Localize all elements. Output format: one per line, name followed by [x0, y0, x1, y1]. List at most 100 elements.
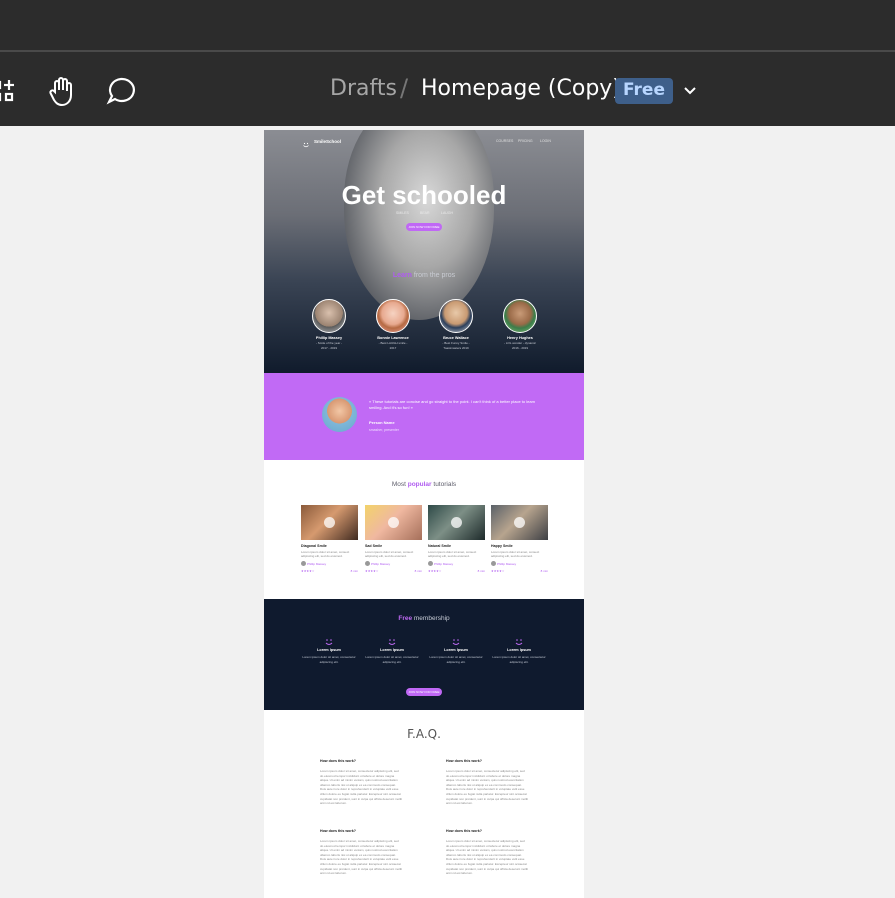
tutorial-thumbnail	[491, 505, 548, 540]
tutorial-desc: Lorem ipsum dolor sit amet, consect adip…	[301, 550, 350, 558]
instructor-card[interactable]: Bonnie Lawrence - Best LAUGH smile - 201…	[368, 299, 418, 350]
tutorials-heading: Most popular tutorials	[391, 481, 457, 488]
file-title[interactable]: Homepage (Copy)	[421, 76, 621, 101]
smile-logo-icon	[302, 136, 310, 148]
testimonial-role: smasher, presenter	[369, 428, 399, 432]
rating-stars-icon: ★★★★☆	[301, 569, 315, 573]
instructor-years: 2016 - 2019	[511, 346, 528, 350]
rating-stars-icon: ★★★★☆	[428, 569, 442, 573]
tutorial-thumbnail	[428, 505, 485, 540]
feature-title: Lorem Ipsum	[317, 648, 341, 652]
tutorial-author: Phillip Massey	[491, 561, 548, 566]
membership-feature: Lorem Ipsum Lorem ipsum dolor sit amet, …	[299, 634, 359, 664]
tutorial-duration: 8 min	[414, 569, 422, 573]
faq-answer: Lorem ipsum dolor sit amet, consectetur …	[446, 839, 528, 876]
faq-answer: Lorem ipsum dolor sit amet, consectetur …	[320, 769, 402, 806]
learn-heading: Learn from the pros	[392, 272, 456, 279]
play-icon[interactable]	[324, 517, 335, 528]
instructor-card[interactable]: Bruce Wallace - Best Funny Smile - Toast…	[431, 299, 481, 350]
tutorial-author: Phillip Massey	[428, 561, 485, 566]
tutorial-title: Sad Smile	[365, 544, 383, 548]
membership-feature: Lorem Ipsum Lorem ipsum dolor sit amet, …	[362, 634, 422, 664]
instructor-years: Toastmasters 2019	[443, 346, 469, 350]
tutorial-meta: ★★★★☆ 8 min	[491, 569, 548, 573]
instructor-name: Bonnie Lawrence	[377, 336, 409, 340]
faq-answer: Lorem ipsum dolor sit amet, consectetur …	[446, 769, 528, 806]
breadcrumb-drafts[interactable]: Drafts	[330, 76, 397, 101]
tutorial-card[interactable]: Happy Smile Lorem ipsum dolor sit amet, …	[491, 505, 548, 585]
tutorial-card[interactable]: Natural Smile Lorem ipsum dolor sit amet…	[428, 505, 485, 585]
smile-icon	[451, 634, 461, 645]
tutorial-author: Phillip Massey	[365, 561, 422, 566]
instructor-role: - Best LAUGH smile -	[378, 341, 408, 345]
tutorial-title: Happy Smile	[491, 544, 513, 548]
instructor-name: Phillip Massey	[315, 336, 343, 340]
play-icon[interactable]	[388, 517, 399, 528]
faq-item: How does this work? Lorem ipsum dolor si…	[320, 759, 402, 806]
play-icon[interactable]	[451, 517, 462, 528]
instructor-card[interactable]: Henry Hughes - LOL wonder - dynamic 2016…	[495, 299, 545, 350]
hand-tool-icon[interactable]	[45, 74, 79, 108]
tutorial-duration: 8 min	[350, 569, 358, 573]
instructor-name: Henry Hughes	[507, 336, 533, 340]
feature-title: Lorem Ipsum	[507, 648, 531, 652]
tutorial-author: Phillip Massey	[301, 561, 358, 566]
tutorial-meta: ★★★★☆ 8 min	[365, 569, 422, 573]
faq-question: How does this work?	[446, 829, 482, 833]
plan-badge: Free	[615, 78, 673, 104]
instructor-role: - Smile of the year -	[315, 341, 343, 345]
rating-stars-icon: ★★★★☆	[365, 569, 379, 573]
instructor-role: - Best Funny Smile -	[442, 341, 470, 345]
smile-icon	[324, 634, 334, 645]
testimonial-section: « These tutorials are concise and go str…	[264, 373, 584, 460]
comment-tool-icon[interactable]	[104, 74, 138, 108]
tutorial-title: Diagonal Smile	[301, 544, 327, 548]
smile-icon	[514, 634, 524, 645]
editor-toolbar: Drafts / Homepage (Copy) Free	[0, 54, 895, 126]
tutorial-card[interactable]: Sad Smile Lorem ipsum dolor sit amet, co…	[365, 505, 422, 585]
faq-question: How does this work?	[320, 829, 356, 833]
hero-sub-item: LAUGH	[441, 211, 454, 215]
tutorial-title: Natural Smile	[428, 544, 451, 548]
instructor-card[interactable]: Phillip Massey - Smile of the year - 201…	[304, 299, 354, 350]
tutorial-card[interactable]: Diagonal Smile Lorem ipsum dolor sit ame…	[301, 505, 358, 585]
instructor-avatar	[439, 299, 473, 333]
tutorial-meta: ★★★★☆ 8 min	[428, 569, 485, 573]
hero-title: Get schooled	[341, 180, 507, 210]
tutorial-thumbnail	[301, 505, 358, 540]
nav-courses[interactable]: COURSES	[496, 139, 513, 143]
design-canvas[interactable]: SmileSchool COURSES PRICING LOGIN Get sc…	[0, 126, 895, 898]
nav-login[interactable]: LOGIN	[540, 139, 551, 143]
instructor-role: - LOL wonder - dynamic	[504, 341, 536, 345]
hero-sub-item: BEAR	[420, 211, 430, 215]
hero-section: SmileSchool COURSES PRICING LOGIN Get sc…	[264, 130, 584, 373]
faq-item: How does this work? Lorem ipsum dolor si…	[446, 829, 528, 876]
faq-item: How does this work? Lorem ipsum dolor si…	[446, 759, 528, 806]
hero-cta-button[interactable]: JOIN NOW FOR FREE	[406, 223, 442, 231]
top-strip	[0, 0, 895, 52]
tutorial-desc: Lorem ipsum dolor sit amet, consect adip…	[491, 550, 540, 558]
tutorial-desc: Lorem ipsum dolor sit amet, consect adip…	[428, 550, 477, 558]
chevron-down-icon[interactable]	[681, 82, 699, 100]
faq-answer: Lorem ipsum dolor sit amet, consectetur …	[320, 839, 402, 876]
homepage-frame[interactable]: SmileSchool COURSES PRICING LOGIN Get sc…	[264, 130, 584, 898]
nav-pricing[interactable]: PRICING	[518, 139, 533, 143]
membership-heading: Free membership	[398, 615, 450, 622]
faq-question: How does this work?	[320, 759, 356, 763]
instructor-avatar	[312, 299, 346, 333]
feature-title: Lorem Ipsum	[380, 648, 404, 652]
site-logo[interactable]: SmileSchool	[314, 139, 341, 144]
membership-section: Free membership Lorem Ipsum Lorem ipsum …	[264, 599, 584, 710]
frame-tool-icon[interactable]	[0, 74, 22, 108]
hero-sub-item: SMILES	[396, 211, 409, 215]
instructor-avatar	[503, 299, 537, 333]
membership-cta-button[interactable]: JOIN NOW FOR FREE	[406, 688, 442, 696]
feature-title: Lorem Ipsum	[444, 648, 468, 652]
play-icon[interactable]	[514, 517, 525, 528]
breadcrumb-separator: /	[400, 74, 409, 102]
tutorial-duration: 8 min	[477, 569, 485, 573]
tutorial-desc: Lorem ipsum dolor sit amet, consect adip…	[365, 550, 414, 558]
feature-desc: Lorem ipsum dolor sit amet, consectetur …	[365, 655, 419, 664]
feature-desc: Lorem ipsum dolor sit amet, consectetur …	[492, 655, 546, 664]
faq-item: How does this work? Lorem ipsum dolor si…	[320, 829, 402, 876]
